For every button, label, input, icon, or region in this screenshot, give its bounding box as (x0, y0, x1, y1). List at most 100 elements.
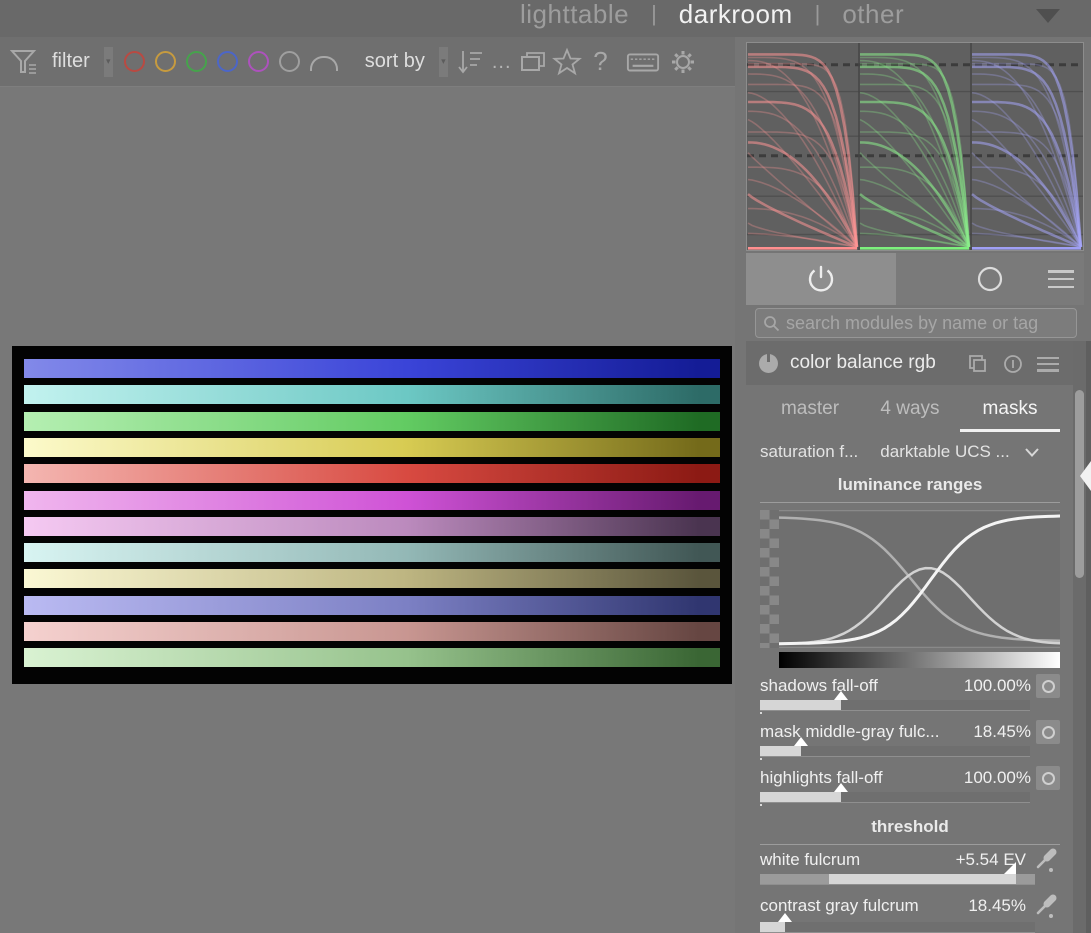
color-label-red[interactable] (124, 51, 145, 72)
slider-highlights-fall-off: highlights fall-off 100.00% (760, 768, 1060, 812)
slider-handle[interactable] (834, 691, 848, 700)
view-separator: | (815, 1, 821, 27)
section-luminance-ranges: luminance ranges (760, 475, 1060, 495)
slider-handle[interactable] (1004, 862, 1016, 874)
gradient-bar-6 (24, 491, 720, 510)
slider-label: highlights fall-off (760, 768, 883, 788)
gradient-bar-4 (24, 438, 720, 457)
slider-handle[interactable] (794, 737, 808, 746)
slider-value[interactable]: 18.45% (968, 896, 1026, 916)
help-icon[interactable]: ? (584, 40, 618, 84)
saturation-formula-combobox[interactable]: darktable UCS ... (880, 442, 1009, 462)
top-panel: lighttable | darkroom | other (0, 0, 1091, 37)
color-label-purple[interactable] (248, 51, 269, 72)
circle-icon (1042, 680, 1055, 693)
slider-track[interactable] (760, 922, 1035, 933)
section-threshold: threshold (760, 817, 1060, 837)
grouping-icon[interactable] (516, 40, 550, 84)
module-group-presets-menu-icon[interactable] (1048, 270, 1074, 288)
shortcuts-keyboard-icon[interactable] (626, 40, 660, 84)
slider-track[interactable] (760, 700, 1030, 711)
color-label-gray[interactable] (279, 51, 300, 72)
view-tab-lighttable[interactable]: lighttable (520, 0, 629, 30)
color-label-filters (119, 51, 305, 72)
more-options-ellipsis[interactable]: ... (492, 57, 512, 67)
filter-funnel-icon[interactable] (8, 40, 42, 84)
display-mask-button[interactable] (1036, 766, 1060, 790)
display-mask-button[interactable] (1036, 720, 1060, 744)
view-switcher: lighttable | darkroom | other (520, 0, 904, 36)
saturation-formula-label: saturation f... (760, 442, 858, 462)
star-overlay-icon[interactable] (550, 40, 584, 84)
gradient-bar-3 (24, 412, 720, 431)
color-label-yellow[interactable] (155, 51, 176, 72)
collapse-right-panel-arrow-icon[interactable] (1080, 461, 1091, 491)
slider-contrast-gray-fulcrum: contrast gray fulcrum 18.45% (760, 896, 1060, 933)
module-power-icon[interactable] (759, 354, 778, 373)
slider-track[interactable] (760, 792, 1030, 803)
view-tab-darkroom[interactable]: darkroom (679, 0, 793, 30)
gradient-bar-9 (24, 569, 720, 588)
color-picker-eyedropper-icon[interactable] (1035, 846, 1061, 881)
sort-dropdown-caret[interactable]: ▾ (439, 47, 448, 77)
multiple-instances-icon[interactable] (967, 353, 989, 375)
color-picker-eyedropper-icon[interactable] (1035, 892, 1061, 927)
filter-toolbar: filter ▾ sort by ▾ ... ? (0, 37, 735, 87)
preferences-gear-icon[interactable] (666, 40, 700, 84)
module-group-bar (746, 253, 1084, 305)
presets-menu-icon[interactable] (1037, 357, 1059, 372)
slider-value[interactable]: 100.00% (964, 676, 1031, 696)
slider-shadows-fall-off: shadows fall-off 100.00% (760, 676, 1060, 720)
gradient-bar-11 (24, 622, 720, 641)
module-title: color balance rgb (790, 352, 936, 374)
power-icon (804, 262, 838, 296)
filter-dropdown-caret[interactable]: ▾ (104, 47, 113, 77)
sort-by-label: sort by (365, 50, 425, 73)
sort-order-icon[interactable] (454, 40, 488, 84)
module-header-color-balance-rgb[interactable]: color balance rgb (746, 341, 1077, 385)
filter-label: filter (52, 50, 90, 73)
gradient-bar-8 (24, 543, 720, 562)
edited-image (12, 346, 732, 684)
slider-track[interactable] (760, 746, 1030, 757)
color-label-green[interactable] (186, 51, 207, 72)
luminance-ranges-graph[interactable] (779, 510, 1060, 648)
display-mask-button[interactable] (1036, 674, 1060, 698)
slider-value[interactable]: 18.45% (973, 722, 1031, 742)
gradient-bar-2 (24, 385, 720, 404)
gradient-bar-7 (24, 517, 720, 536)
circle-icon (973, 262, 1007, 296)
slider-handle[interactable] (778, 913, 792, 922)
darktable-window: lighttable | darkroom | other filter ▾ s… (0, 0, 1091, 933)
section-divider (760, 502, 1060, 503)
slider-label: shadows fall-off (760, 676, 878, 696)
view-separator: | (651, 1, 657, 27)
slider-label: mask middle-gray fulc... (760, 722, 940, 742)
module-search (755, 308, 1077, 338)
rgb-parade-scope[interactable] (746, 42, 1084, 251)
slider-label: white fulcrum (760, 850, 860, 870)
circle-icon (1042, 726, 1055, 739)
slider-mask-middle-gray-fulcrum: mask middle-gray fulc... 18.45% (760, 722, 1060, 766)
gradient-bar-12 (24, 648, 720, 667)
view-tab-other[interactable]: other (842, 0, 904, 30)
active-modules-tab[interactable] (746, 253, 896, 305)
rating-arc-icon[interactable] (310, 56, 338, 71)
luminance-gradient-bar (779, 652, 1060, 668)
saturation-formula-row: saturation f... darktable UCS ... (760, 439, 1060, 465)
search-input[interactable] (755, 308, 1077, 338)
transparency-checkerboard (760, 510, 779, 648)
collapse-top-panel-arrow-icon[interactable] (1036, 9, 1060, 23)
tab-4-ways[interactable]: 4 ways (860, 388, 960, 432)
tab-master[interactable]: master (760, 388, 860, 432)
color-label-blue[interactable] (217, 51, 238, 72)
slider-track[interactable] (760, 874, 1035, 885)
slider-handle[interactable] (834, 783, 848, 792)
panel-edge (1086, 341, 1091, 933)
tab-masks[interactable]: masks (960, 388, 1060, 432)
gradient-bar-10 (24, 596, 720, 615)
slider-white-fulcrum: white fulcrum +5.54 EV (760, 850, 1060, 894)
chevron-down-icon[interactable] (1024, 447, 1040, 458)
slider-value[interactable]: 100.00% (964, 768, 1031, 788)
reset-parameters-icon[interactable] (1002, 353, 1024, 375)
